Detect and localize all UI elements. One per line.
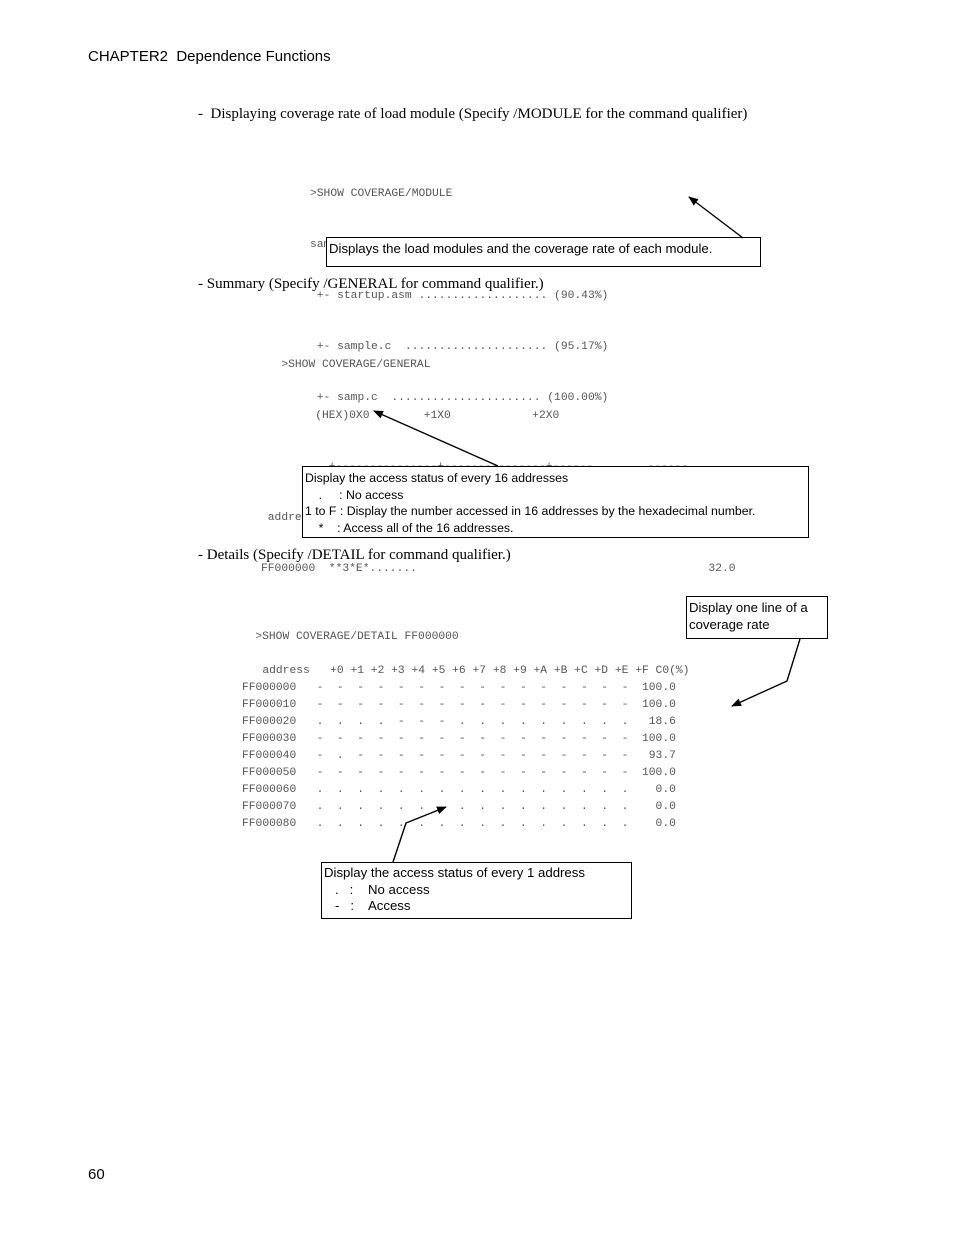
code-line: >SHOW COVERAGE/GENERAL xyxy=(261,359,431,371)
page-number: 60 xyxy=(88,1166,105,1183)
callout-general: Display the access status of every 16 ad… xyxy=(302,466,809,538)
table-row: FF000050 - - - - - - - - - - - - - - - -… xyxy=(242,767,676,779)
callout-text: coverage rate xyxy=(689,617,770,632)
chapter-header: CHAPTER2 Dependence Functions xyxy=(88,48,331,65)
table-row: FF000010 - - - - - - - - - - - - - - - -… xyxy=(242,699,676,711)
code-line: (HEX)0X0 +1X0 +2X0 xyxy=(261,410,560,422)
callout-text: . : No access xyxy=(324,881,430,897)
section-heading-module: - Displaying coverage rate of load modul… xyxy=(198,106,748,122)
callout-text: Display the access status of every 16 ad… xyxy=(305,471,569,485)
callout-access: Display the access status of every 1 add… xyxy=(321,862,632,919)
callout-module: Displays the load modules and the covera… xyxy=(326,237,761,267)
table-row: FF000070 . . . . . . . . . . . . . . . .… xyxy=(242,801,676,813)
code-line: >SHOW COVERAGE/MODULE xyxy=(310,188,453,200)
section-heading-detail: - Details (Specify /DETAIL for command q… xyxy=(198,547,511,563)
table-row: FF000040 - . - - - - - - - - - - - - - -… xyxy=(242,750,676,762)
table-row: FF000060 . . . . . . . . . . . . . . . .… xyxy=(242,784,676,796)
table-header: address +0 +1 +2 +3 +4 +5 +6 +7 +8 +9 +A… xyxy=(242,665,690,677)
callout-text: 1 to F : Display the number accessed in … xyxy=(305,504,756,518)
callout-text: Displays the load modules and the covera… xyxy=(329,241,713,256)
table-row: FF000000 - - - - - - - - - - - - - - - -… xyxy=(242,682,676,694)
callout-text: . : No access xyxy=(305,487,404,502)
table-row: FF000080 . . . . . . . . . . . . . . . .… xyxy=(242,818,676,830)
detail-table: address +0 +1 +2 +3 +4 +5 +6 +7 +8 +9 +A… xyxy=(242,663,689,833)
table-row: FF000020 . . . . - - - . . . . . . . . .… xyxy=(242,716,676,728)
callout-text: - : Access xyxy=(324,898,411,913)
callout-text: * : Access all of the 16 addresses. xyxy=(305,520,514,535)
section-heading-general: - Summary (Specify /GENERAL for command … xyxy=(198,276,544,292)
callout-text: Display one line of a xyxy=(689,600,808,615)
arrow-module xyxy=(688,196,744,239)
callout-text: Display the access status of every 1 add… xyxy=(324,865,585,880)
callout-rate: Display one line of a coverage rate xyxy=(686,596,828,639)
table-row: FF000030 - - - - - - - - - - - - - - - -… xyxy=(242,733,676,745)
detail-command: >SHOW COVERAGE/DETAIL FF000000 xyxy=(235,631,459,643)
arrow-rate xyxy=(731,638,801,707)
